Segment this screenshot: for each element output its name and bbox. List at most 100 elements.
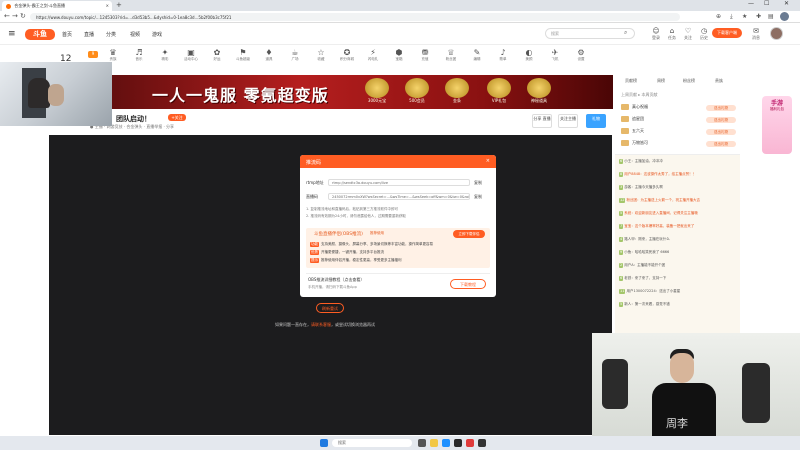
back-icon[interactable]: ← (4, 12, 10, 20)
app-icon[interactable] (466, 439, 474, 447)
player-hint: 如果问题一直存在，请联系客服，或尝试切换浏览器再试 (275, 322, 375, 327)
download-icon[interactable]: ⤓ (730, 13, 733, 21)
category-item[interactable]: ◐ 美颜 (516, 48, 542, 62)
companion-item: 功能 支持美颜、摄像头、屏幕分享、多场景切换等丰富功能，操作简单更容易 (310, 242, 433, 247)
chat-message: 3 游客：主播今天播多久啊 (619, 185, 663, 190)
tab-title: 合金弹头-霸王之剑·斗鱼直播 (14, 3, 65, 8)
category-item[interactable]: ✦ 精彩 (152, 48, 178, 62)
category-item[interactable]: ♕ 粉丝团 (438, 48, 464, 62)
obs-icon[interactable] (478, 439, 486, 447)
rank-tab[interactable]: 粉丝榜 (683, 78, 695, 84)
note-line-2: 2. 推流码有效期为24小时，请勿泄露给他人，过期需要重新获取 (306, 214, 406, 218)
site-logo[interactable]: 斗鱼 (25, 29, 55, 40)
search-input[interactable]: 搜索 (545, 28, 635, 39)
promo-banner[interactable]: 一人一鬼服 零氪超变版 3000元宝 500会员 金条 VIP礼包 神秘道具 (90, 75, 613, 109)
companion-title: 斗鱼直播伴侣(OBS推流) (314, 232, 363, 237)
category-item[interactable]: ✿ 好运 (204, 48, 230, 62)
header-task-icon[interactable]: ⌂ 任务 (664, 27, 680, 41)
minimize-button[interactable]: — (748, 0, 754, 7)
sidebar-icon[interactable]: ▤ (768, 13, 774, 20)
copy-code-button[interactable]: 复制 (474, 194, 482, 200)
banner-text: 一人一鬼服 零氪超变版 (152, 86, 329, 105)
new-tab-button[interactable]: + (116, 1, 122, 9)
category-item[interactable]: ☕ 广场 (282, 48, 308, 62)
forward-icon[interactable]: → (12, 12, 18, 20)
companion-item: 提示 推荐使用伴侣开播，稳定性更高，享受更多主播福利 (310, 258, 402, 263)
webcam-right: 周李 (592, 333, 800, 450)
url-input[interactable]: https://www.douyu.com/topic/...1245303?r… (30, 13, 680, 21)
category-item[interactable]: ⚙ 设置 (568, 48, 594, 62)
rank-tab[interactable]: 贡献榜 (625, 78, 637, 84)
reload-icon[interactable]: ↻ (20, 12, 26, 20)
extensions-puzzle-icon[interactable]: ✚ (756, 13, 761, 20)
nav-item-category[interactable]: 分类 (106, 31, 116, 38)
follow-button[interactable]: +关注 (168, 114, 186, 121)
rank-filter[interactable]: 上周贡献 ▸ 本周贡献 (621, 92, 736, 101)
category-item[interactable]: ⛃ 充值 (412, 48, 438, 62)
user-avatar[interactable] (770, 27, 783, 40)
tutorial-link[interactable]: OBS推流详细教程（点击查看） (308, 277, 364, 283)
profile-avatar[interactable] (780, 12, 789, 21)
browser-tab[interactable]: 合金弹头-霸王之剑·斗鱼直播 × (2, 1, 112, 11)
rank-tab[interactable]: 贵族 (715, 78, 723, 84)
search-icon[interactable]: ⌕ (624, 29, 627, 37)
stream-code-field[interactable]: 2450072rmm0vXW?wsSecret=...&wsTime=...&w… (328, 193, 470, 200)
menu-icon[interactable]: ≡ (8, 29, 16, 39)
level-badge: 9 (88, 51, 98, 58)
dialog-title: 推流码 (306, 160, 322, 166)
room-titlebar: 团队启动！ +关注 ● 主播 · 网游竞技 · 合金弹头 · 直播举报 · 分享… (90, 110, 613, 134)
gift-button[interactable]: 礼物 (586, 114, 606, 128)
extension-icon[interactable]: ⊕ (716, 13, 721, 20)
contact-support-link[interactable]: 请联系客服 (311, 322, 331, 327)
maximize-button[interactable]: ☐ (764, 0, 769, 7)
tab-close-icon[interactable]: × (106, 3, 109, 8)
header-login-icon[interactable]: ☺ 登录 (648, 27, 664, 41)
category-item[interactable]: ⬢ 宝箱 (386, 48, 412, 62)
category-item[interactable]: ☆ 收藏 (308, 48, 334, 62)
header-history-icon[interactable]: ◷ 历史 (696, 27, 712, 41)
screen: 合金弹头-霸王之剑·斗鱼直播 × + — ☐ ✕ ← → ↻ https://w… (0, 0, 800, 450)
nav-item-home[interactable]: 首页 (62, 31, 72, 38)
bookmark-star-icon[interactable]: ★ (742, 13, 747, 20)
tutorial-button[interactable]: 下载教程 (450, 279, 486, 289)
prize-item: 3000元宝 (362, 78, 392, 104)
category-item[interactable]: ♦ 道具 (256, 48, 282, 62)
explorer-icon[interactable] (430, 439, 438, 447)
category-item[interactable]: ♬ 音乐 (126, 48, 152, 62)
start-icon[interactable] (320, 439, 328, 447)
header-follow-icon[interactable]: ♡ 关注 (680, 27, 696, 41)
category-item[interactable]: ⚑ 斗鱼超级 (230, 48, 256, 62)
download-client-button[interactable]: 下载客户端 (712, 28, 742, 38)
copy-url-button[interactable]: 复制 (474, 180, 482, 186)
nav-item-live[interactable]: 直播 (84, 31, 94, 38)
chat-message: 5 新人：第一次来看，感觉不错 (619, 302, 670, 307)
browser-tabbar: 合金弹头-霸王之剑·斗鱼直播 × + — ☐ ✕ (0, 0, 800, 11)
category-item[interactable]: ▣ 活动中心 (178, 48, 204, 62)
share-button[interactable]: 分享 直播 (532, 114, 552, 128)
category-item[interactable]: ♛ 贵族 (100, 48, 126, 62)
mobile-game-promo[interactable]: 手游 福利礼包 (762, 96, 792, 154)
dialog-close-icon[interactable]: × (486, 158, 490, 164)
taskbar-search[interactable]: 搜索 (332, 439, 412, 447)
nav-item-game[interactable]: 游戏 (152, 31, 162, 38)
category-item[interactable]: ⚡ 闪电礼 (360, 48, 386, 62)
edge-icon[interactable] (442, 439, 450, 447)
category-item[interactable]: ✈ 飞机 (542, 48, 568, 62)
category-item[interactable]: ♪ 歌单 (490, 48, 516, 62)
rank-tab[interactable]: 周榜 (657, 78, 665, 84)
category-item[interactable]: ✎ 编辑 (464, 48, 490, 62)
tutorial-subtext: 手机开播，请扫码下载斗鱼App (308, 285, 357, 289)
chat-message: 6 老铁：来了来了，支持一下 (619, 276, 667, 281)
taskview-icon[interactable] (418, 439, 426, 447)
download-companion-button[interactable]: 立即下载伴侣 (453, 230, 485, 238)
steam-icon[interactable] (454, 439, 462, 447)
retry-button[interactable]: 刷新重试 (316, 303, 344, 313)
follow-anchor-button[interactable]: 关注主播 (558, 114, 578, 128)
close-window-button[interactable]: ✕ (784, 0, 789, 7)
chat-message: 2 用户A：主播能不能开个团 (619, 263, 666, 268)
prize-item: 金条 (442, 78, 472, 104)
rtmp-url-field[interactable]: rtmp://sendtc3a.douyu.com/live (328, 179, 470, 186)
category-item[interactable]: ✪ 积分商城 (334, 48, 360, 62)
nav-item-video[interactable]: 视频 (130, 31, 140, 38)
header-message-icon[interactable]: ✉ 消息 (748, 27, 764, 41)
